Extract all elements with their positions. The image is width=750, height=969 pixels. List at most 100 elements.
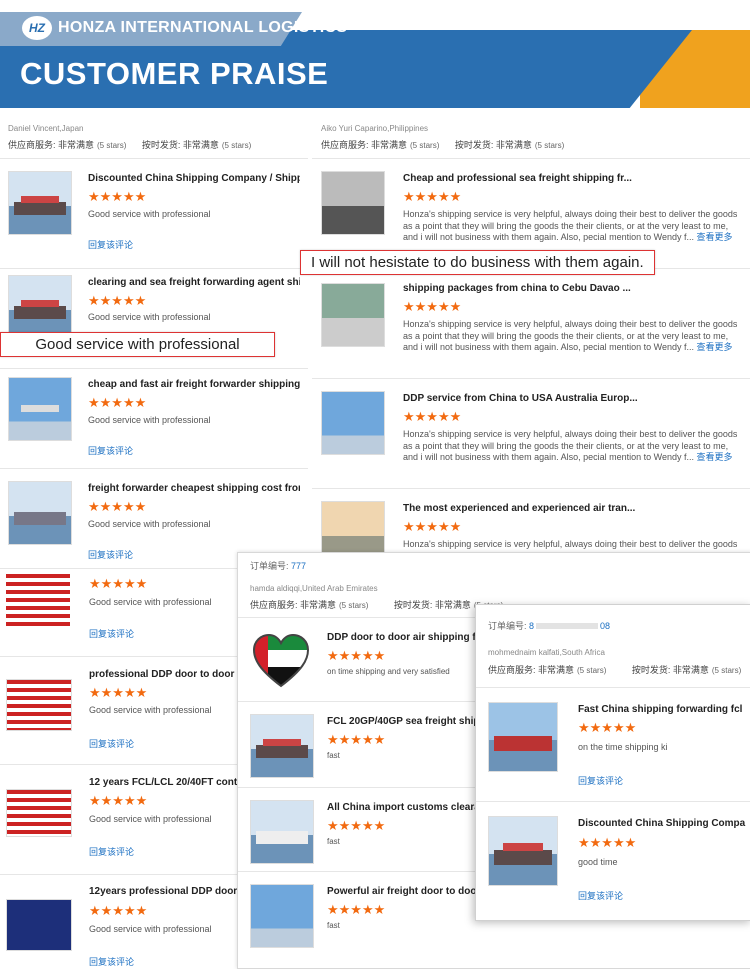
reply-link[interactable]: 回复该评论 — [89, 845, 134, 858]
star-rating: ★★★★★ — [403, 409, 462, 424]
product-image — [8, 377, 72, 441]
star-rating: ★★★★★ — [403, 519, 462, 534]
list-item: Discounted China Shipping Compa ★★★★★ go… — [476, 801, 750, 920]
list-item: cheap and fast air freight forwarder shi… — [0, 368, 308, 469]
product-title[interactable]: Fast China shipping forwarding fcl — [578, 704, 748, 715]
review-panel-front: 订单编号: 8 08 mohmednaim kalfati,South Afric… — [475, 604, 750, 921]
product-title[interactable]: Powerful air freight door to door sh — [327, 886, 477, 897]
product-image — [488, 702, 558, 772]
order-value-end: 08 — [600, 621, 611, 631]
list-item: shipping packages from china to Cebu Dav… — [312, 268, 750, 379]
star-rating: ★★★★★ — [403, 299, 462, 314]
highlight-callout: Good service with professional — [0, 332, 275, 357]
product-title[interactable]: All China import customs clearance — [327, 802, 477, 813]
usa-flag-icon — [6, 789, 72, 837]
company-logo-icon: HZ — [22, 16, 52, 40]
reply-link[interactable]: 回复该评论 — [578, 889, 623, 902]
star-rating: ★★★★★ — [327, 902, 386, 917]
view-more-link[interactable]: 查看更多 — [697, 342, 733, 352]
reply-link[interactable]: 回复该评论 — [89, 955, 134, 968]
review-panel-right: Aiko Yuri Caparino,Philippines 供应商服务: 非常… — [312, 110, 750, 576]
list-item: Discounted China Shipping Company / Ship… — [0, 158, 308, 269]
supplier-stars: (5 stars) — [577, 666, 607, 675]
star-rating: ★★★★★ — [89, 903, 148, 918]
star-rating: ★★★★★ — [403, 189, 462, 204]
view-more-link[interactable]: 查看更多 — [697, 452, 733, 462]
list-item: Fast China shipping forwarding fcl ★★★★★… — [476, 687, 750, 802]
buyer-name: hamda aldiqqi,United Arab Emirates — [250, 584, 378, 593]
reply-link[interactable]: 回复该评论 — [89, 737, 134, 750]
supplier-stars: (5 stars) — [339, 601, 369, 610]
reply-link[interactable]: 回复该评论 — [578, 774, 623, 787]
review-comment: Good service with professional — [88, 312, 211, 322]
review-comment: on the time shipping ki — [578, 742, 668, 752]
review-text: Honza's shipping service is very helpful… — [403, 429, 738, 462]
rating-summary: 供应商服务: 非常满意(5 stars) 按时发货: 非常满意(5 stars) — [250, 598, 506, 611]
product-title[interactable]: The most experienced and experienced air… — [403, 503, 703, 514]
header-banner: HZ HONZA INTERNATIONAL LOGISTICS CUSTOME… — [0, 0, 750, 108]
star-rating: ★★★★★ — [578, 835, 637, 850]
review-comment: fast — [327, 921, 340, 930]
product-title[interactable]: Discounted China Shipping Compa — [578, 818, 748, 829]
delivery-rating: 按时发货: 非常满意 — [141, 140, 219, 150]
australia-flag-icon — [6, 899, 72, 951]
product-title[interactable]: clearing and sea freight forwarding agen… — [88, 277, 300, 288]
product-title[interactable]: shipping packages from china to Cebu Dav… — [403, 283, 703, 294]
usa-flag-icon — [6, 679, 72, 731]
product-title[interactable]: DDP door to door air shipping from — [327, 632, 477, 643]
product-image — [321, 391, 385, 455]
delivery-stars: (5 stars) — [221, 141, 252, 150]
supplier-stars: (5 stars) — [410, 141, 440, 150]
buyer-name: Aiko Yuri Caparino,Philippines — [321, 124, 429, 133]
star-rating: ★★★★★ — [578, 720, 637, 735]
buyer-name: mohmednaim kalfati,South Africa — [488, 648, 605, 657]
reply-link[interactable]: 回复该评论 — [88, 444, 133, 457]
review-comment: Good service with professional — [88, 415, 211, 425]
delivery-rating: 按时发货: 非常满意 — [393, 600, 471, 610]
buyer-name: Daniel Vincent,Japan — [8, 124, 84, 133]
order-label: 订单编号: — [488, 621, 527, 631]
star-rating: ★★★★★ — [89, 576, 148, 591]
delivery-stars: (5 stars) — [534, 141, 565, 150]
delivery-rating: 按时发货: 非常满意 — [454, 140, 532, 150]
supplier-stars: (5 stars) — [97, 141, 127, 150]
review-comment: Good service with professional — [89, 924, 212, 934]
product-image — [8, 275, 72, 339]
product-title[interactable]: Cheap and professional sea freight shipp… — [403, 173, 703, 184]
product-title[interactable]: Discounted China Shipping Company / Ship… — [88, 173, 300, 184]
review-comment: Good service with professional — [88, 519, 211, 529]
product-image — [321, 283, 385, 347]
order-number: 订单编号: 8 08 — [488, 619, 610, 632]
review-comment: Honza's shipping service is very helpful… — [403, 429, 743, 464]
star-rating: ★★★★★ — [327, 732, 386, 747]
star-rating: ★★★★★ — [88, 499, 147, 514]
star-rating: ★★★★★ — [327, 818, 386, 833]
order-value-start: 8 — [529, 621, 535, 631]
product-title[interactable]: 12 years FCL/LCL 20/40FT cont — [89, 777, 237, 788]
product-title[interactable]: 12years professional DDP door — [89, 886, 237, 897]
list-item: DDP service from China to USA Australia … — [312, 378, 750, 489]
product-image — [488, 816, 558, 886]
star-rating: ★★★★★ — [89, 793, 148, 808]
rating-summary: 供应商服务: 非常满意(5 stars) 按时发货: 非常满意(5 stars) — [321, 138, 567, 151]
star-rating: ★★★★★ — [327, 648, 386, 663]
reply-link[interactable]: 回复该评论 — [88, 548, 133, 561]
view-more-link[interactable]: 查看更多 — [697, 232, 733, 242]
review-comment: Honza's shipping service is very helpful… — [403, 319, 743, 354]
product-image — [321, 171, 385, 235]
product-title[interactable]: professional DDP door to door F — [89, 669, 237, 680]
product-title[interactable]: FCL 20GP/40GP sea freight shippi — [327, 716, 477, 727]
usa-map-flag-icon — [6, 574, 70, 626]
reply-link[interactable]: 回复该评论 — [88, 238, 133, 251]
product-title[interactable]: freight forwarder cheapest shipping cost… — [88, 483, 300, 494]
star-rating: ★★★★★ — [88, 395, 147, 410]
product-title[interactable]: cheap and fast air freight forwarder shi… — [88, 379, 300, 390]
reply-link[interactable]: 回复该评论 — [89, 627, 134, 640]
product-title[interactable]: DDP service from China to USA Australia … — [403, 393, 703, 404]
product-image — [8, 171, 72, 235]
product-image — [8, 481, 72, 545]
rating-summary: 供应商服务: 非常满意(5 stars) 按时发货: 非常满意(5 stars) — [488, 663, 744, 676]
star-rating: ★★★★★ — [88, 189, 147, 204]
delivery-stars: (5 stars) — [711, 666, 742, 675]
delivery-rating: 按时发货: 非常满意 — [631, 665, 709, 675]
